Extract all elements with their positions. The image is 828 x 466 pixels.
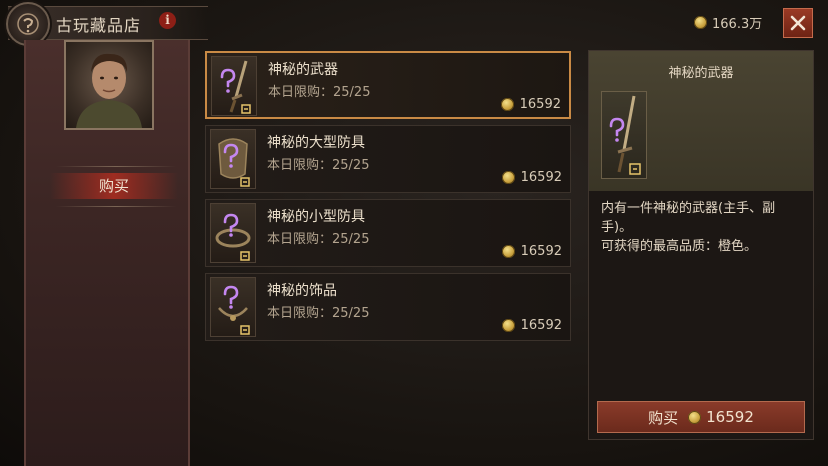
- price-value: 16592: [520, 170, 562, 185]
- item-limit: 本日限购：25/25: [267, 158, 370, 173]
- item-detail-panel: 神秘的武器 内有一件神秘的武器(主手、副手)。 可获得的最高品质：橙色。 购买 …: [588, 50, 814, 440]
- gold-coin-icon: [694, 16, 707, 29]
- tab-divider: [56, 206, 176, 207]
- close-button[interactable]: [783, 8, 813, 38]
- tab-divider: [56, 166, 176, 167]
- item-limit: 本日限购：25/25: [267, 306, 370, 321]
- small-armor-icon: [210, 203, 256, 263]
- item-name: 神秘的大型防具: [267, 135, 365, 151]
- item-name: 神秘的饰品: [267, 283, 337, 299]
- jewelry-icon: [210, 277, 256, 337]
- gold-coin-icon: [500, 98, 514, 111]
- item-price: 16592: [501, 170, 562, 185]
- buy-price: 16592: [688, 408, 754, 426]
- detail-title: 神秘的武器: [668, 66, 734, 81]
- shop-item-small-armor[interactable]: 神秘的小型防具 本日限购：25/25 16592: [205, 199, 571, 267]
- desc-line: 内有一件神秘的武器(主手、副手)。: [601, 201, 776, 235]
- item-price: 16592: [501, 244, 562, 259]
- detail-description: 内有一件神秘的武器(主手、副手)。 可获得的最高品质：橙色。: [601, 199, 801, 256]
- info-icon[interactable]: i: [159, 12, 176, 29]
- gold-balance: 166.3万: [694, 13, 762, 32]
- weapon-icon: [211, 56, 257, 116]
- close-icon: [790, 15, 806, 31]
- vendor-portrait: [64, 40, 154, 130]
- weapon-icon: [601, 91, 647, 179]
- price-value: 16592: [520, 244, 562, 259]
- shop-item-large-armor[interactable]: 神秘的大型防具 本日限购：25/25 16592: [205, 125, 571, 193]
- desc-line: 可获得的最高品质：橙色。: [601, 239, 758, 254]
- gold-amount: 166.3万: [712, 17, 763, 32]
- buy-label: 购买: [648, 408, 679, 427]
- price-value: 16592: [520, 318, 562, 333]
- gold-coin-icon: [501, 319, 515, 332]
- shop-item-jewelry[interactable]: 神秘的饰品 本日限购：25/25 16592: [205, 273, 571, 341]
- item-limit: 本日限购：25/25: [267, 232, 370, 247]
- price-value: 16592: [519, 97, 561, 112]
- shop-title: 古玩藏品店: [56, 16, 142, 35]
- gold-coin-icon: [501, 171, 515, 184]
- item-limit: 本日限购：25/25: [268, 85, 371, 100]
- item-name: 神秘的武器: [268, 62, 338, 78]
- item-name: 神秘的小型防具: [267, 209, 365, 225]
- item-price: 16592: [501, 318, 562, 333]
- gold-coin-icon: [688, 410, 702, 424]
- item-price: 16592: [500, 97, 561, 112]
- gold-coin-icon: [501, 245, 515, 258]
- large-armor-icon: [210, 129, 256, 189]
- price-value: 16592: [706, 408, 754, 426]
- tab-buy[interactable]: 购买: [50, 173, 178, 199]
- shop-item-weapon[interactable]: 神秘的武器 本日限购：25/25 16592: [205, 51, 571, 119]
- buy-button[interactable]: 购买 16592: [597, 401, 805, 433]
